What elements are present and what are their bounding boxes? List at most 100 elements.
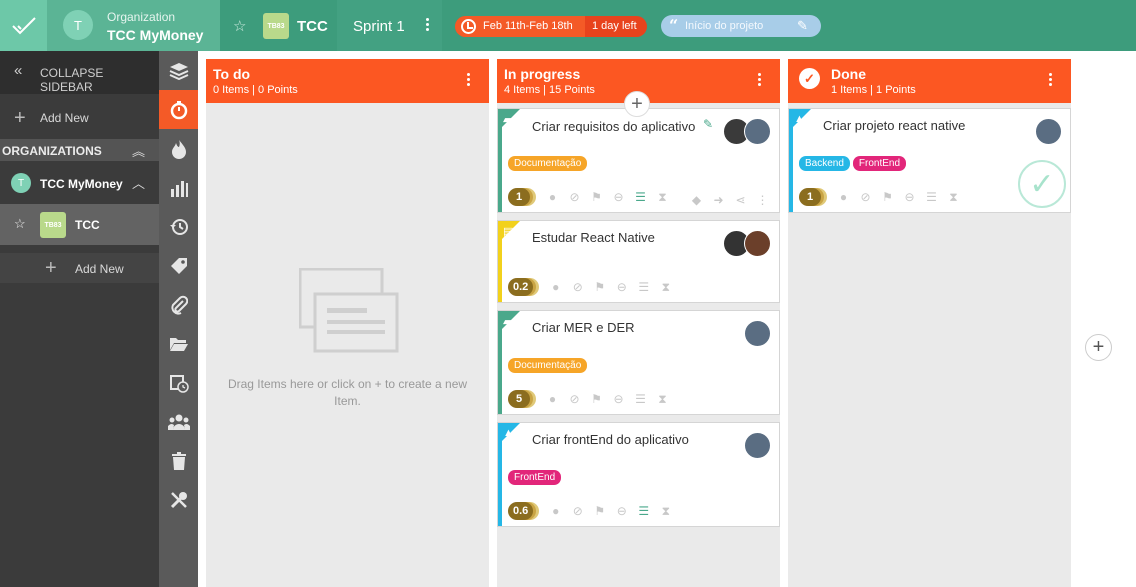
hourglass-icon[interactable]: ⧗: [947, 190, 960, 204]
folder-open-icon[interactable]: [159, 324, 198, 363]
trash-icon[interactable]: [159, 441, 198, 480]
calendar-clock-icon[interactable]: [159, 363, 198, 402]
add-new-project-label: Add New: [75, 262, 124, 276]
story-points[interactable]: 1: [799, 188, 821, 206]
attachment-icon[interactable]: ⊘: [568, 190, 581, 204]
tag-documentacao[interactable]: Documentação: [508, 358, 588, 373]
checklist-icon[interactable]: ☰: [634, 190, 647, 204]
attachment-icon[interactable]: ⊘: [568, 392, 581, 406]
checklist-icon[interactable]: ☰: [637, 504, 650, 518]
hourglass-icon[interactable]: ⧗: [659, 504, 672, 518]
clock-icon: [461, 19, 476, 34]
more-icon[interactable]: ⋮: [756, 193, 769, 207]
add-new-project-button[interactable]: + Add New: [0, 253, 159, 283]
hourglass-icon[interactable]: ⧗: [656, 392, 669, 406]
flag-icon[interactable]: ⚑: [593, 504, 606, 518]
blocked-icon[interactable]: ⊖: [615, 504, 628, 518]
add-new-organization-button[interactable]: + Add New: [0, 103, 159, 133]
item-card[interactable]: ▲ Criar projeto react native Backend Fro…: [788, 108, 1071, 213]
blocked-icon[interactable]: ⊖: [612, 392, 625, 406]
avatar: [1035, 118, 1062, 145]
history-icon[interactable]: [159, 207, 198, 246]
story-points[interactable]: 1: [508, 188, 530, 206]
assignees[interactable]: [723, 230, 771, 257]
fire-icon[interactable]: [159, 129, 198, 168]
plus-icon: +: [14, 107, 26, 129]
sidebar-item-organization[interactable]: T TCC MyMoney ︿: [0, 169, 159, 199]
project-name[interactable]: TCC: [297, 18, 328, 35]
story-points[interactable]: 0.2: [508, 278, 534, 296]
assignees[interactable]: [744, 320, 771, 347]
tag-frontend[interactable]: FrontEnd: [852, 156, 907, 171]
organizations-header[interactable]: ORGANIZATIONS ︽: [0, 139, 159, 161]
team-icon[interactable]: [159, 402, 198, 441]
flag-icon[interactable]: ⚑: [590, 190, 603, 204]
star-icon[interactable]: ☆: [14, 216, 26, 232]
pencil-icon[interactable]: ✎: [797, 18, 813, 34]
column-menu-icon[interactable]: [1045, 71, 1055, 91]
pencil-icon[interactable]: ✎: [703, 117, 713, 131]
tag-frontend[interactable]: FrontEnd: [508, 470, 562, 485]
story-points[interactable]: 0.6: [508, 502, 534, 520]
tag-icon[interactable]: ◆: [690, 193, 703, 207]
app-logo[interactable]: [0, 0, 47, 51]
column-menu-icon[interactable]: [754, 71, 764, 91]
comment-icon[interactable]: ●: [549, 504, 562, 518]
tag-backend[interactable]: Backend: [799, 156, 850, 171]
checklist-icon[interactable]: ☰: [637, 280, 650, 294]
check-circle-icon: ✓: [799, 68, 820, 89]
sprint-menu-icon[interactable]: [421, 16, 433, 34]
attachment-icon[interactable]: ⊘: [859, 190, 872, 204]
hourglass-icon[interactable]: ⧗: [659, 280, 672, 294]
comment-icon[interactable]: ●: [549, 280, 562, 294]
tag-icon[interactable]: [159, 246, 198, 285]
bar-chart-icon[interactable]: [159, 168, 198, 207]
sidebar-item-project[interactable]: ☆ TB83 TCC: [0, 204, 159, 245]
sprint-switcher[interactable]: Sprint 1: [337, 0, 442, 51]
tools-icon[interactable]: [159, 480, 198, 519]
column-done[interactable]: ✓ Done 1 Items | 1 Points ▲ Criar projet…: [788, 59, 1071, 587]
attachment-icon[interactable]: ⊘: [571, 280, 584, 294]
share-icon[interactable]: ⋖: [734, 193, 747, 207]
hourglass-icon[interactable]: ⧗: [656, 190, 669, 204]
item-card[interactable]: ▤ Estudar React Native 0.2 ● ⊘ ⚑ ⊖ ☰ ⧗: [497, 220, 780, 303]
item-card[interactable]: ▲ Criar frontEnd do aplicativo FrontEnd …: [497, 422, 780, 527]
flag-icon[interactable]: ⚑: [590, 392, 603, 406]
flag-icon[interactable]: ⚑: [881, 190, 894, 204]
column-todo[interactable]: To do 0 Items | 0 Points Drag Items here…: [206, 59, 489, 587]
empty-drop-zone[interactable]: Drag Items here or click on + to create …: [206, 103, 489, 587]
organization-switcher[interactable]: T Organization TCC MyMoney: [47, 0, 220, 51]
add-item-button[interactable]: +: [624, 91, 650, 117]
blocked-icon[interactable]: ⊖: [612, 190, 625, 204]
collapse-sidebar-button[interactable]: « COLLAPSE SIDEBAR: [0, 51, 159, 94]
assignees[interactable]: [1035, 118, 1062, 145]
add-column-button[interactable]: +: [1085, 334, 1112, 361]
sprint-goal-pill[interactable]: “ Início do projeto ✎: [661, 15, 821, 37]
layers-icon[interactable]: [159, 51, 198, 90]
checklist-icon[interactable]: ☰: [634, 392, 647, 406]
item-card[interactable]: ▰ Criar requisitos do aplicativo ✎ Docum…: [497, 108, 780, 213]
attachment-icon[interactable]: [159, 285, 198, 324]
timer-icon[interactable]: [159, 90, 198, 129]
assignees[interactable]: [723, 118, 771, 145]
comment-icon[interactable]: ●: [837, 190, 850, 204]
flag-icon[interactable]: ⚑: [593, 280, 606, 294]
comment-icon[interactable]: ●: [546, 190, 559, 204]
favorite-star-icon[interactable]: ☆: [233, 17, 246, 35]
tag-documentacao[interactable]: Documentação: [508, 156, 588, 171]
comment-icon[interactable]: ●: [546, 392, 559, 406]
blocked-icon[interactable]: ⊖: [903, 190, 916, 204]
organizations-label: ORGANIZATIONS: [2, 144, 102, 158]
story-points[interactable]: 5: [508, 390, 530, 408]
project-badge[interactable]: TB83: [263, 13, 289, 39]
book-icon: ▰: [503, 114, 512, 126]
attachment-icon[interactable]: ⊘: [571, 504, 584, 518]
column-menu-icon[interactable]: [463, 71, 473, 91]
checklist-icon[interactable]: ☰: [925, 190, 938, 204]
column-in-progress[interactable]: In progress 4 Items | 15 Points ▰ Criar …: [497, 59, 780, 587]
sprint-dates-pill[interactable]: Feb 11th-Feb 18th 1 day left: [455, 16, 647, 37]
assignees[interactable]: [744, 432, 771, 459]
blocked-icon[interactable]: ⊖: [615, 280, 628, 294]
move-icon[interactable]: ➜: [712, 193, 725, 207]
item-card[interactable]: ▰ Criar MER e DER Documentação 5 ● ⊘ ⚑ ⊖…: [497, 310, 780, 415]
